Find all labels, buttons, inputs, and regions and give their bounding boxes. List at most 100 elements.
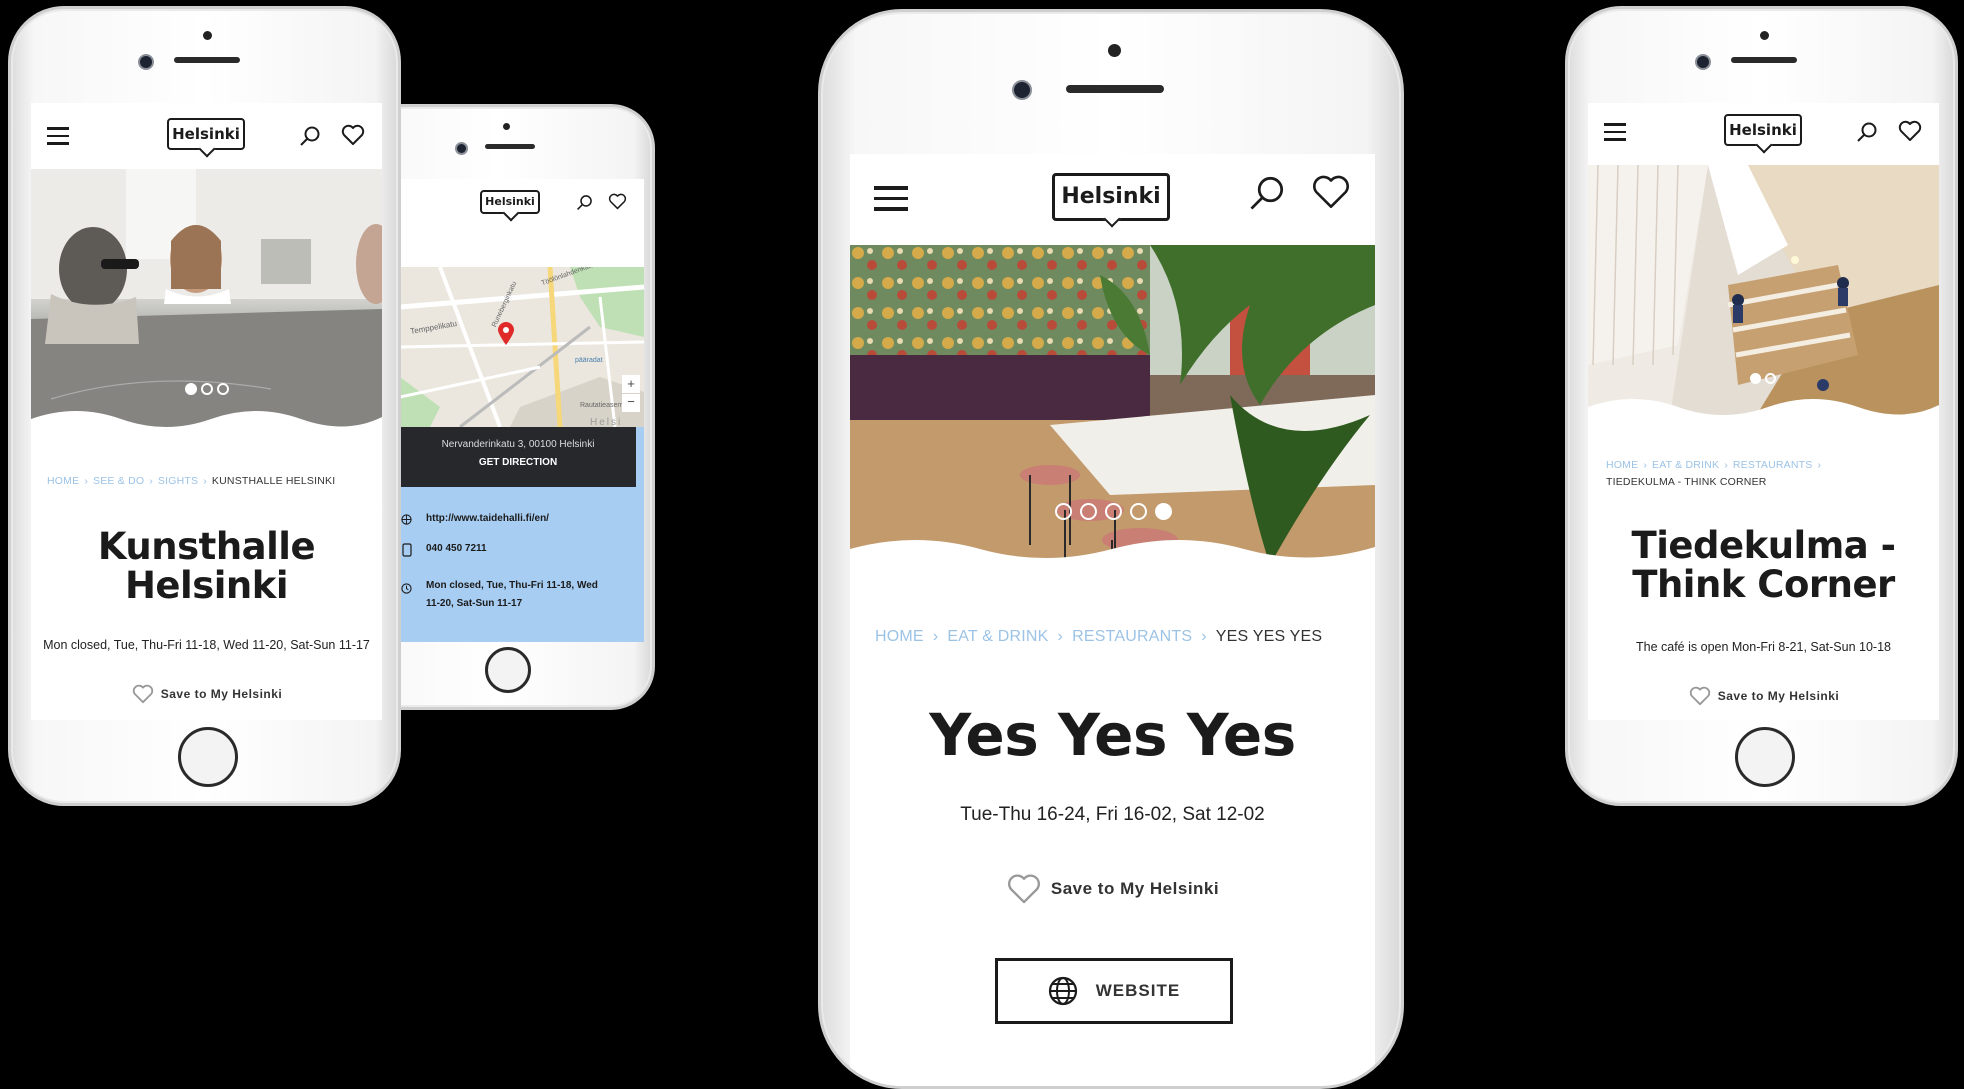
phone-tiedekulma: Helsinki HOME › EAT & DRINK › RESTAURANT…	[1565, 6, 1958, 806]
front-camera	[455, 142, 468, 155]
carousel-dots[interactable]	[185, 383, 229, 395]
carousel-dot[interactable]	[1155, 503, 1172, 520]
breadcrumb-current: TIEDEKULMA - THINK CORNER	[1606, 476, 1767, 488]
heart-icon	[132, 684, 153, 704]
get-direction-link[interactable]: GET DIRECTION	[400, 457, 636, 468]
map-label: pääradat	[575, 357, 603, 364]
home-button[interactable]	[1735, 727, 1795, 787]
breadcrumb-current: KUNSTHALLE HELSINKI	[211, 475, 336, 487]
proximity-sensor	[1108, 44, 1121, 57]
map-zoom-in-button[interactable]: +	[622, 375, 640, 393]
breadcrumb-link[interactable]: HOME	[875, 628, 924, 645]
breadcrumb: HOME › EAT & DRINK › RESTAURANTS › YES YES YES	[875, 628, 1323, 645]
page-title: Tiedekulma - Think Corner	[1631, 524, 1896, 606]
earpiece-speaker	[1066, 85, 1164, 93]
save-label: Save to My Helsinki	[160, 687, 283, 701]
helsinki-logo[interactable]: Helsinki	[167, 118, 245, 150]
save-label: Save to My Helsinki	[1050, 879, 1220, 898]
screen: Helsinki	[31, 103, 382, 720]
menu-icon[interactable]	[47, 127, 69, 145]
carousel-dot[interactable]	[1130, 503, 1147, 520]
carousel-dot[interactable]	[1765, 373, 1776, 384]
home-button[interactable]	[485, 647, 531, 693]
website-link[interactable]: http://www.taidehalli.fi/en/	[426, 513, 549, 524]
proximity-sensor	[203, 31, 212, 40]
front-camera	[1695, 54, 1711, 70]
screen: Helsinki	[1588, 103, 1939, 720]
phone-icon	[402, 543, 412, 557]
hero-wave	[1588, 399, 1939, 429]
menu-icon[interactable]	[1604, 123, 1626, 141]
clock-icon	[401, 583, 412, 594]
helsinki-logo[interactable]: Helsinki	[480, 190, 540, 214]
screen: Helsinki	[850, 154, 1375, 1086]
gallery-sculptures	[31, 169, 382, 441]
save-to-my-helsinki-button[interactable]: Save to My Helsinki	[930, 872, 1295, 906]
breadcrumb-link[interactable]: HOME	[1606, 459, 1638, 471]
website-label: WEBSITE	[1095, 981, 1181, 1000]
search-icon[interactable]	[299, 125, 321, 147]
front-camera	[138, 54, 154, 70]
phone-yes-yes-yes: Helsinki HOME › EAT & DRINK › RESTAURANT…	[818, 9, 1404, 1089]
website-button[interactable]: WEBSITE	[995, 958, 1233, 1024]
site-header: Helsinki	[1588, 103, 1939, 165]
proximity-sensor	[1760, 31, 1769, 40]
restaurant-interior	[850, 245, 1375, 575]
site-header: Helsinki	[850, 154, 1375, 245]
breadcrumb-link[interactable]: RESTAURANTS	[1072, 628, 1192, 645]
earpiece-speaker	[485, 144, 535, 149]
carousel-dots[interactable]	[1750, 373, 1776, 384]
helsinki-logo[interactable]: Helsinki	[1052, 173, 1170, 221]
menu-icon[interactable]	[874, 186, 908, 211]
map-label: Helsi	[590, 417, 623, 427]
save-to-my-helsinki-button[interactable]: Save to My Helsinki	[1648, 685, 1879, 707]
breadcrumb-link[interactable]: SEE & DO	[93, 475, 144, 487]
breadcrumb: HOME › SEE & DO › SIGHTS › KUNSTHALLE HELSINKI	[47, 475, 336, 487]
heart-icon[interactable]	[1311, 174, 1351, 210]
save-to-my-helsinki-button[interactable]: Save to My Helsinki	[91, 683, 322, 705]
breadcrumb-link[interactable]: EAT & DRINK	[1652, 459, 1719, 471]
home-button[interactable]	[178, 727, 238, 787]
map-label: Rautatieasema	[580, 402, 628, 409]
breadcrumb-link[interactable]: HOME	[47, 475, 79, 487]
opening-hours: The café is open Mon-Fri 8-21, Sat-Sun 1…	[1636, 640, 1891, 654]
heart-icon	[1007, 874, 1040, 904]
carousel-dot[interactable]	[1750, 373, 1761, 384]
hero-image	[850, 245, 1375, 575]
site-header: Helsinki	[400, 179, 644, 229]
earpiece-speaker	[1731, 57, 1797, 63]
carousel-dot[interactable]	[201, 383, 213, 395]
carousel-dots[interactable]	[1055, 503, 1172, 520]
breadcrumb-link[interactable]: RESTAURANTS	[1733, 459, 1813, 471]
heart-icon[interactable]	[1898, 120, 1922, 142]
heart-icon[interactable]	[608, 193, 627, 210]
map[interactable]: Temppelikatu Runeberginkatu Töölönlahden…	[400, 267, 644, 427]
carousel-dot[interactable]	[217, 383, 229, 395]
staircase-photo	[1588, 165, 1939, 429]
site-header: Helsinki	[31, 103, 382, 169]
carousel-dot[interactable]	[1080, 503, 1097, 520]
page-title: Yes Yes Yes	[929, 701, 1296, 769]
carousel-dot[interactable]	[185, 383, 197, 395]
breadcrumb-link[interactable]: EAT & DRINK	[947, 628, 1048, 645]
map-pin-icon[interactable]	[497, 322, 515, 346]
hero-image	[1588, 165, 1939, 429]
map-zoom-out-button[interactable]: −	[622, 394, 640, 412]
address-text: Nervanderinkatu 3, 00100 Helsinki	[441, 439, 595, 450]
opening-hours: Tue-Thu 16-24, Fri 16-02, Sat 12-02	[960, 804, 1265, 825]
search-icon[interactable]	[576, 194, 593, 211]
search-icon[interactable]	[1856, 121, 1878, 143]
phone-kunsthalle: Helsinki HOME › SEE & DO › SIGHTS › KUNS…	[8, 6, 401, 806]
helsinki-logo[interactable]: Helsinki	[1724, 114, 1802, 146]
hero-image	[31, 169, 382, 441]
search-icon[interactable]	[1248, 174, 1286, 212]
carousel-dot[interactable]	[1055, 503, 1072, 520]
proximity-sensor	[503, 123, 510, 130]
carousel-dot[interactable]	[1105, 503, 1122, 520]
save-label: Save to My Helsinki	[1717, 689, 1840, 703]
phone-number[interactable]: 040 450 7211	[426, 543, 487, 554]
breadcrumb-current: YES YES YES	[1215, 628, 1323, 645]
globe-icon	[401, 514, 412, 525]
heart-icon[interactable]	[341, 124, 365, 146]
breadcrumb-link[interactable]: SIGHTS	[158, 475, 198, 487]
